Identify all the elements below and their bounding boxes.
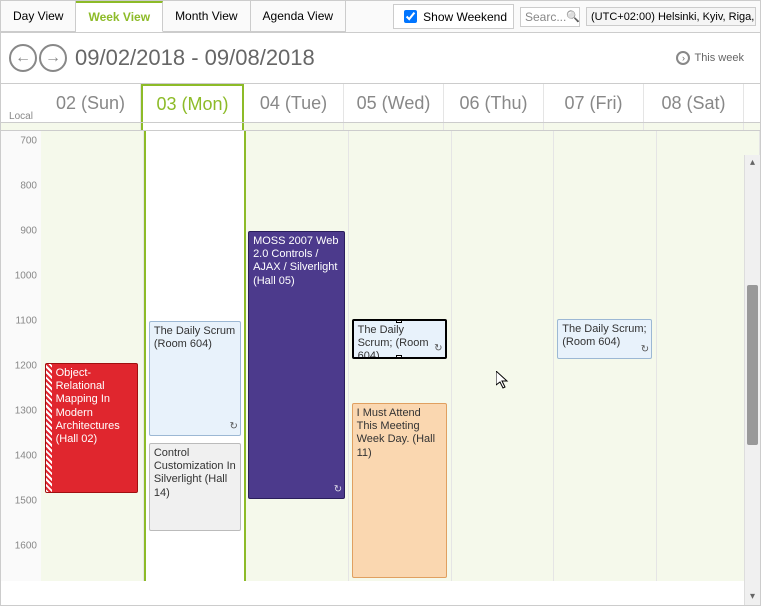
time-ruler: 700 800 900 1000 1100 1200 1300 1400 150… <box>1 131 41 581</box>
event-orm-label: Object-Relational Mapping In Modern Arch… <box>56 367 133 446</box>
ruler-label: Local <box>1 84 41 122</box>
event-moss-label: MOSS 2007 Web 2.0 Controls / AJAX / Silv… <box>253 235 338 287</box>
day-header-mon[interactable]: 03 (Mon) <box>141 84 244 122</box>
event-orm[interactable]: Object-Relational Mapping In Modern Arch… <box>45 363 138 493</box>
allday-sun[interactable] <box>41 123 141 130</box>
prev-week-button[interactable]: ← <box>9 44 37 72</box>
allday-tue[interactable] <box>244 123 344 130</box>
tab-agenda-view[interactable]: Agenda View <box>251 1 347 32</box>
this-week-button[interactable]: › This week <box>676 51 752 65</box>
allday-row <box>1 123 760 131</box>
allday-fri[interactable] <box>544 123 644 130</box>
recur-icon: ↻ <box>334 484 342 496</box>
resize-handle-top[interactable] <box>396 319 402 323</box>
allday-sat[interactable] <box>644 123 744 130</box>
scroll-up-button[interactable]: ▴ <box>745 155 760 171</box>
allday-mon[interactable] <box>141 123 244 130</box>
next-week-button[interactable]: → <box>39 44 67 72</box>
show-weekend-input[interactable] <box>404 10 417 23</box>
day-headers: Local 02 (Sun) 03 (Mon) 04 (Tue) 05 (Wed… <box>1 83 760 123</box>
grid-columns[interactable]: Object-Relational Mapping In Modern Arch… <box>41 131 760 581</box>
timezone-label: (UTC+02:00) Helsinki, Kyiv, Riga, ... <box>591 11 756 23</box>
vertical-scrollbar[interactable]: ▴ ▾ <box>744 155 760 605</box>
date-range: 09/02/2018 - 09/08/2018 <box>75 45 315 71</box>
time-1200: 1200 <box>15 361 37 372</box>
event-moss[interactable]: MOSS 2007 Web 2.0 Controls / AJAX / Silv… <box>248 231 345 499</box>
event-must-attend-label: I Must Attend This Meeting Week Day. (Ha… <box>357 407 435 459</box>
recur-icon: ↻ <box>229 421 237 433</box>
tab-day-view[interactable]: Day View <box>1 1 76 32</box>
recur-icon: ↻ <box>641 344 649 356</box>
show-weekend-label: Show Weekend <box>423 10 507 24</box>
tab-week-view[interactable]: Week View <box>76 1 163 32</box>
time-1000: 1000 <box>15 271 37 282</box>
search-input[interactable]: Searc... 🔍 <box>520 7 580 27</box>
day-header-sat[interactable]: 08 (Sat) <box>644 84 744 122</box>
nav-row: ← → 09/02/2018 - 09/08/2018 › This week <box>1 33 760 83</box>
day-header-thu[interactable]: 06 (Thu) <box>444 84 544 122</box>
time-1600: 1600 <box>15 541 37 552</box>
time-1500: 1500 <box>15 496 37 507</box>
scroll-down-button[interactable]: ▾ <box>745 589 760 605</box>
search-icon: 🔍 <box>566 10 580 23</box>
col-thu[interactable] <box>452 131 555 581</box>
col-sun[interactable] <box>41 131 144 581</box>
day-header-tue[interactable]: 04 (Tue) <box>244 84 344 122</box>
view-tabs: Day View Week View Month View Agenda Vie… <box>1 1 346 32</box>
event-scrum-mon-label: The Daily Scrum (Room 604) <box>154 325 235 350</box>
event-silverlight[interactable]: Control Customization In Silverlight (Ha… <box>149 443 241 531</box>
scroll-thumb[interactable] <box>747 285 758 445</box>
toolbar-right: Show Weekend Searc... 🔍 (UTC+02:00) Hels… <box>393 4 760 29</box>
allday-thu[interactable] <box>444 123 544 130</box>
time-0800: 800 <box>20 181 37 192</box>
event-must-attend[interactable]: I Must Attend This Meeting Week Day. (Ha… <box>352 403 447 578</box>
event-scrum-mon[interactable]: The Daily Scrum (Room 604) ↻ <box>149 321 241 436</box>
day-header-sun[interactable]: 02 (Sun) <box>41 84 141 122</box>
calendar-grid: 700 800 900 1000 1100 1200 1300 1400 150… <box>1 131 760 581</box>
recur-icon: ↻ <box>434 343 442 355</box>
event-silverlight-label: Control Customization In Silverlight (Ha… <box>154 447 236 499</box>
tab-month-view[interactable]: Month View <box>163 1 250 32</box>
timezone-select[interactable]: (UTC+02:00) Helsinki, Kyiv, Riga, ... ▾ <box>586 7 756 26</box>
resize-handle-bottom[interactable] <box>396 355 402 359</box>
event-scrum-wed[interactable]: The Daily Scrum; (Room 604) ↻ <box>352 319 447 359</box>
allday-wed[interactable] <box>344 123 444 130</box>
this-week-label: This week <box>694 52 744 64</box>
time-1400: 1400 <box>15 451 37 462</box>
time-0700: 700 <box>20 136 37 147</box>
nav-arrows: ← → <box>9 44 67 72</box>
day-header-fri[interactable]: 07 (Fri) <box>544 84 644 122</box>
event-scrum-fri[interactable]: The Daily Scrum; (Room 604) ↻ <box>557 319 652 359</box>
show-weekend-checkbox[interactable]: Show Weekend <box>393 4 514 29</box>
time-1300: 1300 <box>15 406 37 417</box>
this-week-icon: › <box>676 51 690 65</box>
toolbar: Day View Week View Month View Agenda Vie… <box>1 1 760 33</box>
event-scrum-wed-label: The Daily Scrum; (Room 604) <box>358 324 429 359</box>
time-0900: 900 <box>20 226 37 237</box>
day-header-wed[interactable]: 05 (Wed) <box>344 84 444 122</box>
event-scrum-fri-label: The Daily Scrum; (Room 604) <box>562 323 646 348</box>
search-placeholder: Searc... <box>525 10 566 24</box>
time-1100: 1100 <box>15 316 37 327</box>
